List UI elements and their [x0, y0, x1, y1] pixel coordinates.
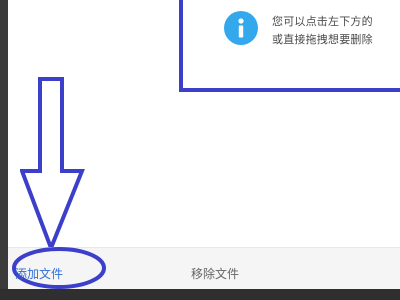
- info-icon: [224, 11, 258, 45]
- remove-file-button[interactable]: 移除文件: [191, 265, 239, 282]
- add-file-button[interactable]: 添加文件: [15, 265, 63, 282]
- window-bottom-border: [0, 289, 400, 300]
- tip-text-line-1: 您可以点击左下方的: [272, 15, 373, 28]
- window-left-border: [0, 0, 8, 300]
- tip-text-line-2: 或直接拖拽想要删除: [272, 33, 373, 46]
- down-arrow-annotation: [20, 77, 85, 254]
